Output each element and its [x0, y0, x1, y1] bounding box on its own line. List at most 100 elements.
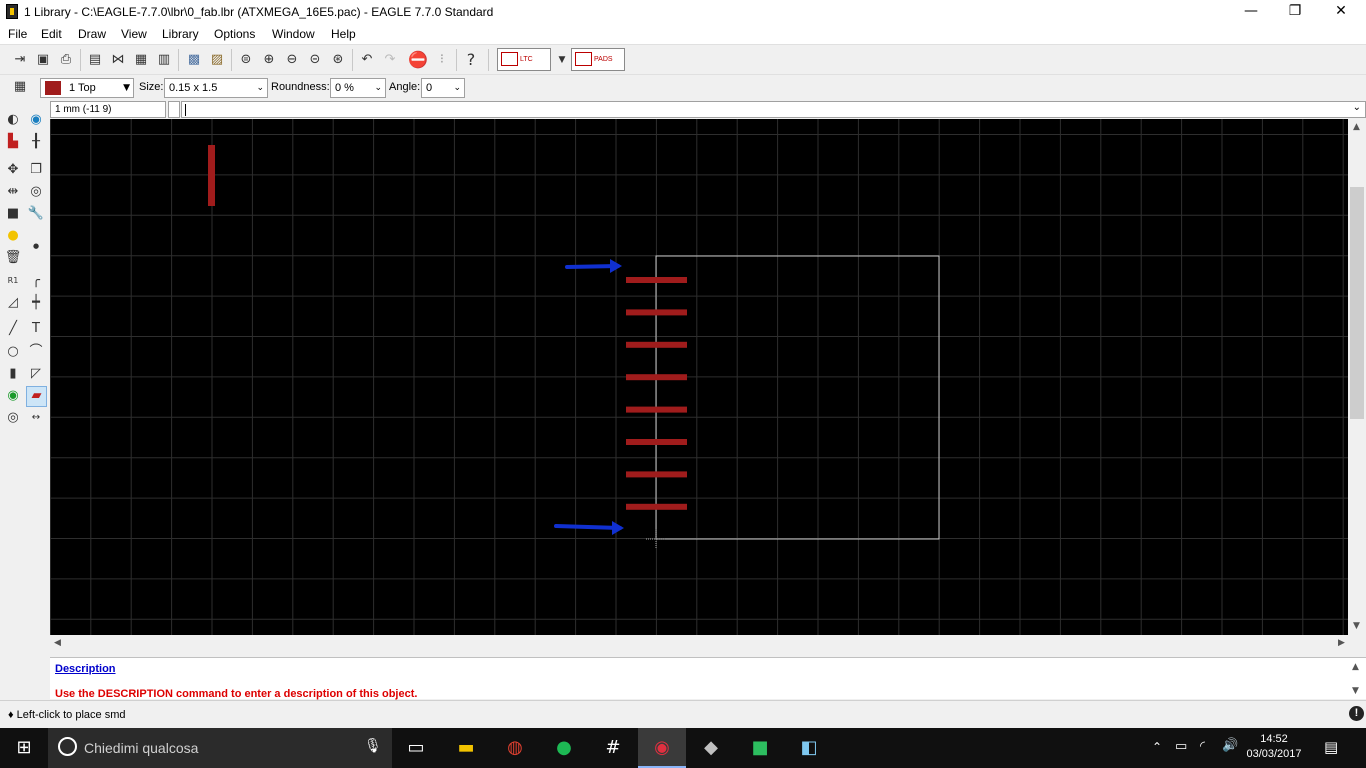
smd-pad[interactable]: [626, 374, 687, 381]
vertical-scrollbar[interactable]: ▲ ▼: [1348, 119, 1366, 635]
board-icon[interactable]: ▦: [131, 50, 151, 70]
delete-icon[interactable]: 🗑: [4, 249, 22, 267]
go-icon[interactable]: ⁝: [432, 50, 452, 70]
open-icon[interactable]: ⇥: [10, 50, 30, 70]
drawing-canvas[interactable]: [49, 119, 1348, 635]
cam-icon[interactable]: ▥: [154, 50, 174, 70]
microphone-icon[interactable]: 🎙: [364, 738, 382, 754]
minimize-button[interactable]: —: [1228, 0, 1274, 24]
ltspice-dropdown-icon[interactable]: ▼: [552, 50, 572, 70]
scroll-up-icon[interactable]: ▲: [1352, 662, 1359, 672]
miter-icon[interactable]: ╭: [27, 272, 45, 290]
redo-icon[interactable]: ↷: [380, 50, 400, 70]
erc-icon[interactable]: ▨: [207, 50, 227, 70]
smd-icon[interactable]: ▰: [26, 386, 47, 407]
maximize-button[interactable]: ❐: [1272, 0, 1318, 24]
command-history-button[interactable]: [168, 101, 180, 118]
split-icon[interactable]: ◿: [4, 294, 22, 312]
menu-edit[interactable]: Edit: [41, 27, 62, 41]
pad-icon[interactable]: ◉: [4, 387, 22, 405]
zoom-redraw-icon[interactable]: ⊝: [305, 50, 325, 70]
info-icon[interactable]: ◐: [4, 111, 22, 129]
roundness-select[interactable]: 0 % ⌄: [330, 78, 386, 98]
scroll-down-icon[interactable]: ▼: [1353, 621, 1360, 631]
chrome-icon[interactable]: ◍: [491, 728, 539, 768]
group-icon[interactable]: ■: [4, 205, 22, 223]
slack-icon[interactable]: #: [589, 728, 637, 768]
layer-select[interactable]: 1 Top ▼: [40, 78, 134, 98]
help-icon[interactable]: ?: [461, 50, 481, 70]
scroll-left-icon[interactable]: ◀: [54, 638, 61, 648]
origin-icon[interactable]: ┿: [27, 294, 45, 312]
smd-pad[interactable]: [626, 439, 687, 445]
angle-select[interactable]: 0 ⌄: [421, 78, 465, 98]
spotify-icon[interactable]: ●: [540, 728, 588, 768]
chevron-down-icon[interactable]: ⌄: [1353, 102, 1361, 113]
menu-view[interactable]: View: [121, 27, 147, 41]
evernote-icon[interactable]: ■: [736, 728, 784, 768]
size-select[interactable]: 0.15 x 1.5 ⌄: [164, 78, 268, 98]
move-icon[interactable]: ✥: [4, 161, 22, 179]
library-icon[interactable]: ▤: [85, 50, 105, 70]
smd-pad[interactable]: [626, 341, 687, 348]
menu-library[interactable]: Library: [162, 27, 199, 41]
change-icon[interactable]: 🔧: [27, 205, 45, 223]
menu-options[interactable]: Options: [214, 27, 255, 41]
battery-icon[interactable]: ▭: [1175, 739, 1187, 754]
grid-icon[interactable]: ▦: [10, 77, 30, 97]
copy-icon[interactable]: ❐: [27, 161, 45, 179]
notes-icon[interactable]: ◧: [785, 728, 833, 768]
smd-pad[interactable]: [626, 503, 687, 510]
close-button[interactable]: ✕: [1318, 0, 1364, 24]
stop-command-icon[interactable]: !: [1349, 706, 1364, 721]
mark-icon[interactable]: ╂: [27, 133, 45, 151]
system-clock[interactable]: 14:52 03/03/2017: [1246, 732, 1302, 762]
paste-icon[interactable]: ●: [4, 227, 22, 245]
menu-help[interactable]: Help: [331, 27, 356, 41]
horizontal-scrollbar[interactable]: ◀ ▶: [50, 635, 1366, 653]
mirror-icon[interactable]: ⇹: [4, 183, 22, 201]
scroll-thumb[interactable]: [1350, 187, 1364, 419]
start-button[interactable]: ⊞: [0, 728, 48, 768]
value-icon[interactable]: R1: [4, 272, 22, 290]
smd-pad[interactable]: [626, 277, 687, 283]
eagle-task-icon[interactable]: ◉: [638, 728, 686, 768]
script-icon[interactable]: ⋈: [108, 50, 128, 70]
command-input[interactable]: ⌄: [181, 101, 1366, 118]
ltspice-button[interactable]: LTC SPICE: [497, 48, 551, 84]
menu-file[interactable]: File: [8, 27, 27, 41]
polygon-icon[interactable]: ◸: [27, 365, 45, 383]
save-icon[interactable]: ▣: [33, 50, 53, 70]
description-link[interactable]: Description: [55, 663, 116, 675]
zoom-fit-icon[interactable]: ⊜: [236, 50, 256, 70]
print-icon[interactable]: ⎙: [56, 50, 76, 70]
dimension-icon[interactable]: ↔: [27, 409, 45, 427]
zoom-in-icon[interactable]: ⊕: [259, 50, 279, 70]
zoom-select-icon[interactable]: ⊛: [328, 50, 348, 70]
chevron-up-icon[interactable]: ⌃: [1152, 740, 1162, 754]
smd-pad[interactable]: [626, 309, 687, 316]
file-explorer-icon[interactable]: ▬: [442, 728, 490, 768]
wire-icon[interactable]: ╱: [4, 320, 22, 338]
rotate-icon[interactable]: ◎: [27, 183, 45, 201]
circle-icon[interactable]: ○: [4, 343, 22, 361]
cortana-search[interactable]: Chiedimi qualcosa 🎙: [48, 728, 392, 768]
menu-window[interactable]: Window: [272, 27, 315, 41]
undo-icon[interactable]: ↶: [357, 50, 377, 70]
drc-icon[interactable]: ▩: [184, 50, 204, 70]
hole-icon[interactable]: ◎: [4, 409, 22, 427]
show-icon[interactable]: ◉: [27, 111, 45, 129]
scroll-down-icon[interactable]: ▼: [1352, 686, 1359, 696]
smd-pad[interactable]: [626, 471, 687, 478]
volume-icon[interactable]: 🔊: [1222, 738, 1238, 753]
scroll-up-icon[interactable]: ▲: [1353, 122, 1360, 132]
stop-icon[interactable]: ⛔: [408, 50, 428, 70]
pads-button[interactable]: PADS: [571, 48, 625, 71]
gimp-icon[interactable]: ◆: [687, 728, 735, 768]
action-center-icon[interactable]: ▤: [1324, 738, 1338, 756]
scroll-right-icon[interactable]: ▶: [1338, 638, 1345, 648]
text-icon[interactable]: T: [27, 320, 45, 338]
arc-icon[interactable]: ⌒: [27, 343, 45, 361]
wifi-icon[interactable]: ◜: [1200, 739, 1205, 754]
display-icon[interactable]: ▙: [4, 133, 22, 151]
